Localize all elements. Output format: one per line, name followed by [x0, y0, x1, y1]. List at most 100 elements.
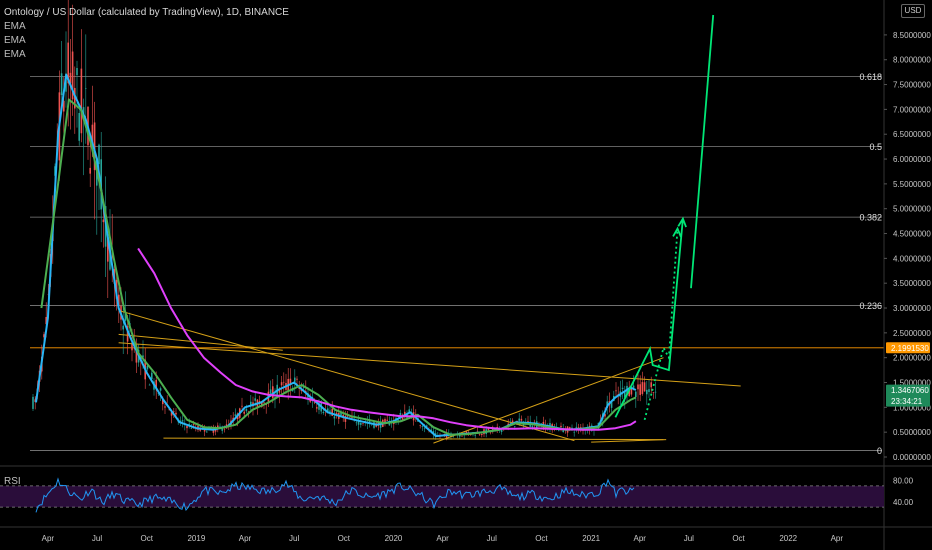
candle-body — [558, 430, 560, 432]
ema-label-3[interactable]: EMA — [4, 48, 289, 62]
candle-body — [283, 381, 285, 383]
y-tick-label: 2.5000000 — [893, 329, 931, 338]
candle-body — [151, 372, 153, 379]
candle-body — [423, 427, 426, 429]
x-tick-label: Jul — [684, 534, 694, 543]
rsi-tick-label: 80.00 — [893, 477, 914, 486]
candle-body — [637, 384, 639, 390]
fib-label: 0 — [877, 446, 882, 456]
y-tick-label: 4.5000000 — [893, 230, 931, 239]
candle-body — [646, 389, 648, 395]
candle-body — [316, 407, 318, 409]
currency-badge[interactable]: USD — [901, 4, 925, 18]
candle-body — [234, 414, 237, 417]
candle-body — [643, 382, 646, 392]
ema-label-2[interactable]: EMA — [4, 34, 289, 48]
chart-legend: Ontology / US Dollar (calculated by Trad… — [4, 6, 289, 62]
candle-body — [481, 434, 483, 436]
candle-body — [188, 423, 190, 425]
x-tick-label: Jul — [487, 534, 497, 543]
candle-body — [560, 425, 562, 428]
candle-body — [223, 428, 226, 430]
y-tick-label: 3.0000000 — [893, 304, 931, 313]
candle-body — [98, 144, 100, 165]
x-tick-label: Apr — [42, 534, 55, 543]
rsi-tick-label: 40.00 — [893, 498, 914, 507]
candle-body — [76, 67, 78, 76]
y-tick-label: 0.5000000 — [893, 428, 931, 437]
candle-body — [421, 426, 424, 427]
candle-body — [531, 425, 534, 428]
y-tick-label: 2.0000000 — [893, 354, 931, 363]
candle-body — [263, 402, 265, 403]
candle-body — [639, 384, 641, 395]
x-tick-label: Jul — [92, 534, 102, 543]
candle-body — [333, 416, 336, 419]
x-tick-label: Oct — [338, 534, 351, 543]
chart-title: Ontology / US Dollar (calculated by Trad… — [4, 7, 289, 18]
ema-label-1[interactable]: EMA — [4, 20, 289, 34]
rsi-label[interactable]: RSI — [4, 476, 21, 487]
y-tick-label: 7.5000000 — [893, 81, 931, 90]
candle-body — [514, 426, 516, 427]
y-tick-label: 0.0000000 — [893, 453, 931, 462]
x-tick-label: Apr — [831, 534, 844, 543]
price-chart[interactable]: 0.618 0.5 0.382 0.236 0 8.5000000 8.0000000 7.… — [0, 0, 932, 550]
candle-body — [85, 88, 87, 89]
candle-body — [573, 431, 575, 433]
candle-body — [148, 384, 151, 386]
candle-body — [518, 418, 520, 421]
y-tick-label: 8.5000000 — [893, 31, 931, 40]
candle-body — [206, 431, 208, 433]
candle-body — [241, 405, 243, 407]
candle-body — [648, 389, 650, 392]
candle-body — [296, 378, 298, 380]
candle-body — [461, 435, 463, 437]
candle-body — [329, 410, 331, 412]
candle-body — [175, 412, 177, 415]
resistance-price-label: 2.1991530 — [891, 344, 929, 353]
candle-body — [386, 419, 388, 421]
candle-body — [122, 325, 124, 330]
candle-body — [621, 387, 624, 389]
candle-body — [487, 428, 490, 431]
candle-body — [362, 423, 364, 424]
current-price-label: 1.3467060 — [891, 386, 929, 395]
candle-body — [474, 435, 476, 436]
candle-body — [630, 388, 633, 395]
candle-body — [159, 388, 162, 391]
candle-body — [322, 412, 325, 413]
x-tick-label: 2019 — [187, 534, 205, 543]
fib-label: 0.382 — [859, 213, 882, 223]
candle-body — [164, 406, 166, 408]
candle-body — [32, 396, 34, 409]
candle-body — [650, 382, 652, 388]
fib-label: 0.236 — [859, 301, 882, 311]
candle-body — [102, 219, 105, 223]
candle-body — [89, 167, 91, 174]
y-tick-label: 6.0000000 — [893, 155, 931, 164]
candle-body — [615, 390, 617, 392]
x-tick-label: Apr — [633, 534, 646, 543]
candle-body — [181, 420, 184, 422]
candle-body — [190, 428, 193, 429]
candle-body — [419, 424, 421, 426]
rsi-band — [0, 485, 884, 508]
candle-body — [355, 422, 358, 424]
candle-body — [360, 422, 362, 425]
candle-body — [78, 113, 80, 141]
y-tick-label: 5.5000000 — [893, 180, 931, 189]
x-tick-label: Jul — [289, 534, 299, 543]
y-tick-label: 6.5000000 — [893, 130, 931, 139]
candle-body — [245, 409, 248, 412]
candle-body — [654, 391, 657, 393]
y-tick-label: 7.0000000 — [893, 105, 931, 114]
candle-body — [243, 411, 245, 414]
x-tick-label: Oct — [535, 534, 548, 543]
candle-body — [478, 433, 481, 435]
current-price-label-countdown: 23:34:21 — [891, 397, 923, 406]
x-tick-label: Oct — [140, 534, 153, 543]
x-tick-label: Apr — [239, 534, 252, 543]
candle-body — [60, 73, 63, 96]
candle-body — [575, 426, 578, 428]
